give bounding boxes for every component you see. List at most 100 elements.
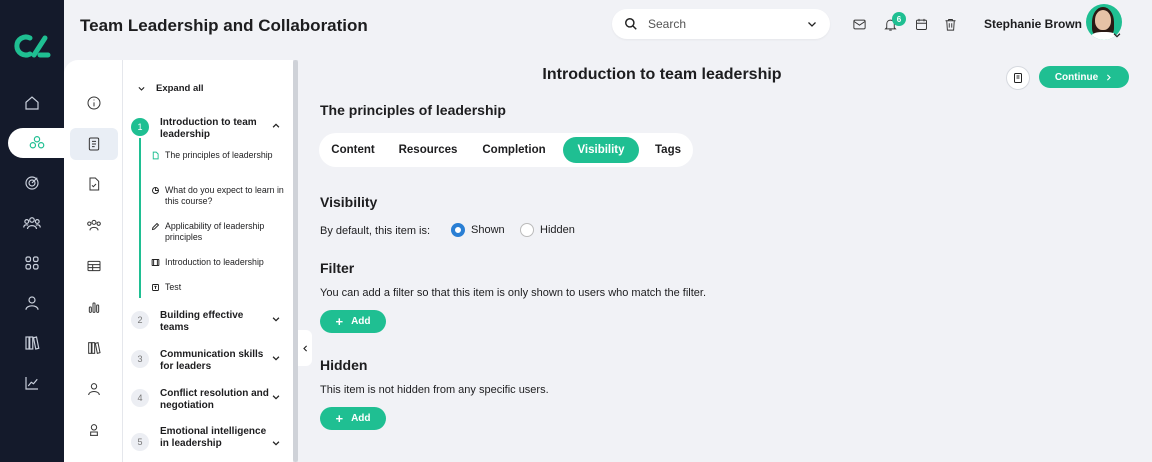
mail-button[interactable] [850, 15, 868, 33]
rail-home-button[interactable] [0, 88, 64, 118]
chevron-down-icon[interactable] [271, 392, 281, 402]
rail-grid-button[interactable] [0, 248, 64, 278]
chevron-down-icon[interactable] [271, 314, 281, 324]
chevron-down-icon[interactable] [271, 438, 281, 448]
add-filter-label: Add [351, 316, 371, 327]
tab-resources[interactable]: Resources [389, 137, 467, 163]
participants-button[interactable] [70, 209, 118, 241]
rail-profile-button[interactable] [0, 288, 64, 318]
outline-button[interactable] [70, 128, 118, 160]
expand-all-button[interactable]: Expand all [137, 83, 204, 94]
top-header: Team Leadership and Collaboration 6 Step… [64, 0, 1152, 56]
calendar-button[interactable] [912, 15, 930, 33]
certificate-button[interactable] [70, 414, 118, 446]
chapter-number: 2 [131, 311, 149, 329]
app-rail [0, 0, 66, 462]
lesson-title: Introduction to team leadership [542, 66, 782, 83]
chapter-number: 1 [131, 118, 149, 136]
chapter-title: Communication skills for leaders [160, 349, 264, 372]
collapse-outline-button[interactable] [298, 330, 312, 366]
document-icon [152, 151, 159, 160]
video-icon [151, 259, 160, 266]
chevron-left-icon [302, 344, 307, 352]
award-icon [90, 424, 98, 436]
notebook-icon [1014, 73, 1022, 83]
item-tabs: Content Resources Completion Visibility … [319, 133, 693, 167]
radio-hidden-dot[interactable] [520, 223, 534, 237]
expand-all-label: Expand all [156, 83, 204, 94]
radio-shown-label: Shown [471, 224, 505, 236]
table-button[interactable] [70, 250, 118, 282]
rail-people-button[interactable] [0, 208, 64, 238]
visibility-default-label: By default, this item is: [320, 225, 431, 237]
course-tools-column [64, 60, 122, 462]
people-icon [87, 219, 101, 231]
pencil-icon [151, 222, 160, 231]
rail-library-button[interactable] [0, 328, 64, 358]
filter-heading: Filter [320, 260, 355, 276]
chevron-right-icon [1107, 73, 1111, 81]
chevron-down-icon[interactable] [806, 18, 818, 30]
radio-shown[interactable]: Shown [451, 223, 505, 237]
pie-icon [152, 187, 159, 194]
chevron-down-icon[interactable] [1112, 30, 1122, 40]
page-title: Team Leadership and Collaboration [80, 16, 368, 35]
chapter-progress-line [139, 138, 141, 298]
chevron-down-icon [138, 86, 145, 91]
rail-analytics-button[interactable] [0, 368, 64, 398]
lesson-label: Applicability of leadership principles [165, 221, 265, 242]
trash-icon [945, 18, 955, 31]
analytics-icon [25, 377, 38, 390]
add-hidden-user-button[interactable]: + Add [320, 407, 386, 430]
chapter-title: Building effective teams [160, 310, 244, 333]
table-icon [87, 260, 101, 272]
add-filter-button[interactable]: + Add [320, 310, 386, 333]
outline-scrollbar[interactable] [293, 60, 298, 462]
plus-icon: + [335, 411, 344, 426]
info-icon [87, 96, 101, 110]
stats-button[interactable] [70, 291, 118, 323]
search-input[interactable] [648, 17, 806, 31]
continue-label: Continue [1054, 71, 1099, 83]
radio-shown-dot[interactable] [451, 223, 465, 237]
people-icon [23, 217, 41, 230]
library-button[interactable] [70, 332, 118, 364]
chevron-down-icon[interactable] [271, 353, 281, 363]
search-icon [625, 18, 637, 30]
tab-content[interactable]: Content [319, 137, 387, 163]
notes-button[interactable] [1006, 66, 1030, 90]
mail-icon [852, 19, 866, 29]
target-icon [25, 176, 39, 190]
chapter-title: Emotional intelligence in leadership [160, 426, 267, 449]
app-logo[interactable] [12, 30, 52, 62]
info-button[interactable] [70, 87, 118, 119]
user-button[interactable] [70, 373, 118, 405]
person-icon [88, 383, 100, 396]
chevron-up-icon[interactable] [271, 121, 281, 131]
tab-tags[interactable]: Tags [643, 137, 693, 163]
test-icon [152, 284, 159, 291]
item-title: The principles of leadership [320, 102, 506, 118]
lesson-label: Introduction to leadership [165, 257, 264, 267]
tab-visibility[interactable]: Visibility [563, 137, 639, 163]
hidden-heading: Hidden [320, 357, 368, 373]
trash-button[interactable] [941, 15, 959, 33]
groups-icon [29, 136, 45, 149]
visibility-heading: Visibility [320, 194, 378, 210]
search-box[interactable] [612, 9, 830, 39]
plus-icon: + [335, 314, 344, 329]
continue-button[interactable]: Continue [1039, 66, 1129, 88]
chapter-number: 4 [131, 389, 149, 407]
book-icon [88, 137, 100, 151]
chapter-title: Introduction to team leadership [160, 117, 257, 140]
hidden-description: This item is not hidden from any specifi… [320, 384, 549, 396]
calendar-icon [915, 18, 927, 30]
tab-completion[interactable]: Completion [471, 137, 557, 163]
radio-hidden[interactable]: Hidden [520, 223, 575, 237]
radio-hidden-label: Hidden [540, 224, 575, 236]
quiz-button[interactable] [70, 168, 118, 200]
rail-groups-button[interactable] [8, 128, 66, 158]
rail-target-button[interactable] [0, 168, 64, 198]
add-hidden-label: Add [351, 413, 371, 424]
library-icon [88, 342, 101, 354]
